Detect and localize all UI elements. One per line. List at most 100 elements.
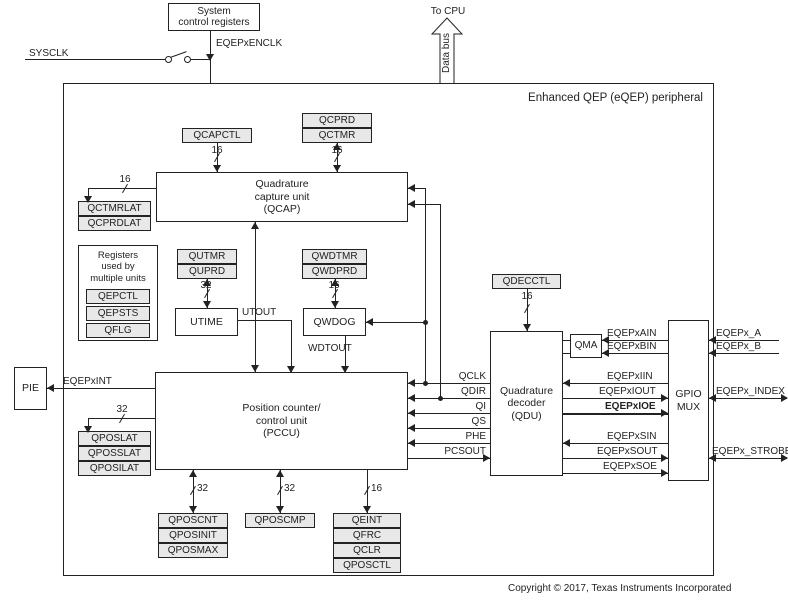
- width-qcap-lat: 16: [115, 174, 135, 185]
- soe-label: EQEPxSOE: [603, 461, 657, 472]
- sin-label: EQEPxSIN: [607, 431, 656, 442]
- qi-label: QI: [444, 401, 486, 412]
- sout-label: EQEPxSOUT: [597, 446, 658, 457]
- reg-qclr: QCLR: [333, 543, 401, 558]
- iout-line: [563, 398, 668, 399]
- qctmr-up-arrow-icon: [333, 143, 341, 150]
- reg-stack-qcap-lat: QCTMRLAT QCPRDLAT: [78, 201, 151, 231]
- reg-qwdtmr: QWDTMR: [302, 249, 367, 264]
- qdir-arrow-icon: [408, 394, 415, 402]
- iin-label: EQEPxIIN: [607, 371, 653, 382]
- sin-line: [563, 443, 668, 444]
- eqepx-strobe-line: [709, 458, 787, 459]
- phe-line: [408, 443, 490, 444]
- eqepx-a-arrow-icon: [709, 336, 716, 344]
- utout-label: UTOUT: [242, 307, 276, 318]
- qdir-line: [408, 398, 490, 399]
- ioe-arrow-icon: [661, 409, 668, 417]
- shared-registers-box: Registers used by multiple units QEPCTL …: [78, 245, 158, 341]
- diagram-root: System control registers EQEPxENCLK SYSC…: [0, 0, 788, 609]
- reg-quprd: QUPRD: [177, 264, 237, 279]
- qi-line: [408, 413, 490, 414]
- qs-line: [408, 428, 490, 429]
- qcap-block: Quadrature capture unit (QCAP): [156, 172, 408, 222]
- width-qeint: 16: [371, 483, 382, 494]
- shared-regs-title: Registers used by multiple units: [90, 250, 145, 284]
- pcsout-line: [408, 458, 490, 459]
- qwdog-block: QWDOG: [303, 308, 366, 336]
- qwdog-clk-arrow-icon: [366, 318, 373, 326]
- phe-arrow-icon: [408, 439, 415, 447]
- pcsout-label: PCSOUT: [438, 446, 486, 457]
- utime-down-arrow-icon: [203, 301, 211, 308]
- reg-qctmr: QCTMR: [302, 128, 372, 143]
- poscnt-up-arrow-icon: [189, 470, 197, 477]
- eqepx-index-line: [709, 398, 787, 399]
- eqepx-index-al-icon: [709, 394, 716, 402]
- utime-block: UTIME: [175, 308, 238, 336]
- reg-stack-pccu-lat: QPOSLAT QPOSSLAT QPOSILAT: [78, 431, 151, 476]
- reg-stack-utime: QUTMR QUPRD: [177, 249, 237, 279]
- width-poscmp: 32: [284, 483, 295, 494]
- reg-qcprd: QCPRD: [302, 113, 372, 128]
- qcap-to-pccu-u-arrow-icon: [251, 222, 259, 229]
- pie-block: PIE: [14, 367, 47, 410]
- poscmp-up-arrow-icon: [276, 470, 284, 477]
- reg-qutmr: QUTMR: [177, 249, 237, 264]
- qdir-tap-dot-icon: [438, 396, 443, 401]
- reg-qwdprd: QWDPRD: [302, 264, 367, 279]
- eqepx-b-arrow-icon: [709, 349, 716, 357]
- reg-stack-qeint: QEINT QFRC QCLR QPOSCTL: [333, 513, 401, 573]
- qclk-tap-dot-icon: [423, 381, 428, 386]
- iin-line: [563, 383, 668, 384]
- qi-arrow-icon: [408, 409, 415, 417]
- reg-qposcmp: QPOSCMP: [245, 513, 315, 528]
- pccu-lat-arrow-icon: [84, 426, 92, 433]
- reg-qepctl: QEPCTL: [86, 289, 150, 304]
- qctmr-down-arrow-icon: [333, 165, 341, 172]
- qwdog-title: QWDOG: [314, 316, 356, 329]
- eqepx-a-label: EQEPx_A: [716, 328, 761, 339]
- qma-label: QMA: [575, 340, 598, 352]
- copyright-label: Copyright © 2017, Texas Instruments Inco…: [508, 583, 731, 594]
- sout-arrow-icon: [661, 454, 668, 462]
- qdir-to-qcap-arrow-icon: [408, 200, 415, 208]
- iout-arrow-icon: [661, 394, 668, 402]
- enclk-label: EQEPxENCLK: [216, 38, 282, 49]
- eqepx-strobe-al-icon: [709, 454, 716, 462]
- reg-qeint: QEINT: [333, 513, 401, 528]
- qs-label: QS: [444, 416, 486, 427]
- qdir-label: QDIR: [444, 386, 486, 397]
- eqepx-b-label: EQEPx_B: [716, 341, 761, 352]
- qcap-to-pccu-line: [255, 222, 256, 372]
- utout-hline: [238, 320, 291, 321]
- sout-line: [563, 458, 668, 459]
- qclk-arrow-icon: [408, 379, 415, 387]
- soe-arrow-icon: [661, 469, 668, 477]
- phe-label: PHE: [444, 431, 486, 442]
- ioe-line: [563, 413, 668, 415]
- qcap-lat-line: [88, 188, 156, 189]
- sysclk-line-2: [190, 59, 210, 60]
- reg-qcapctl: QCAPCTL: [182, 128, 252, 143]
- ain-label: EQEPxAIN: [607, 328, 656, 339]
- reg-stack-qcprd-qctmr: QCPRD QCTMR: [302, 113, 372, 143]
- bin-label: EQEPxBIN: [607, 341, 656, 352]
- sin-arrow-icon: [563, 439, 570, 447]
- qma-block: QMA: [570, 334, 602, 358]
- iin-arrow-icon: [563, 379, 570, 387]
- qdu-title: Quadrature decoder (QDU): [500, 385, 553, 423]
- qwdog-up-arrow-icon: [331, 279, 339, 286]
- bin-arrow-icon: [602, 349, 609, 357]
- pcsout-arrow-icon: [483, 454, 490, 462]
- data-bus-label: Data bus: [441, 33, 452, 73]
- reg-qposslat: QPOSSLAT: [78, 446, 151, 461]
- qcap-lat-arrow-icon: [84, 196, 92, 203]
- qma-left-top-line: [563, 340, 570, 341]
- qcap-title: Quadrature capture unit (QCAP): [255, 178, 310, 216]
- bin-line: [602, 353, 668, 354]
- qdu-block: Quadrature decoder (QDU): [490, 331, 563, 476]
- soe-line: [563, 473, 668, 474]
- eqepx-index-ar-icon: [781, 394, 788, 402]
- system-control-registers-box: System control registers: [168, 3, 260, 31]
